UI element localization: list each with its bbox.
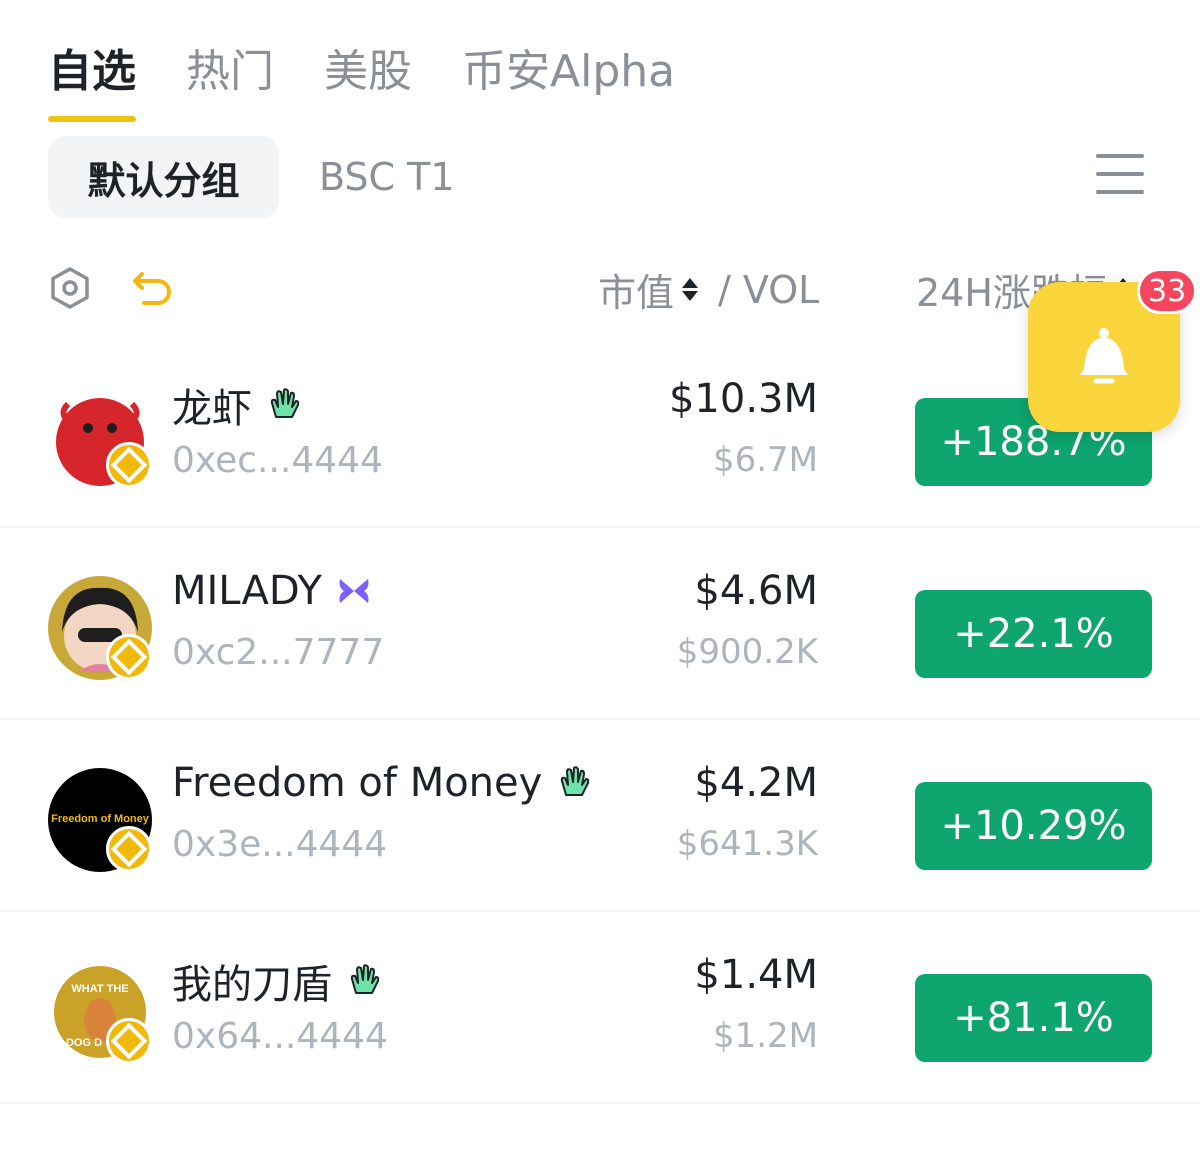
bnb-chain-icon bbox=[106, 442, 152, 488]
svg-text:DOG D: DOG D bbox=[66, 1037, 102, 1049]
token-name: Freedom of Money bbox=[172, 760, 592, 806]
list-item[interactable]: MILADY 0xc2...7777 $4.6M $900.2K +22.1% bbox=[0, 528, 1200, 720]
watchlist-groups: 默认分组 BSC T1 bbox=[48, 136, 1152, 218]
change-badge[interactable]: +22.1% bbox=[915, 590, 1152, 678]
token-address: 0xec...4444 bbox=[172, 440, 383, 481]
market-cap: $1.4M bbox=[694, 952, 818, 998]
green-hand-icon bbox=[561, 766, 590, 796]
tab-binance-alpha-label: 币安Alpha bbox=[462, 46, 676, 97]
svg-text:Freedom of Money: Freedom of Money bbox=[51, 813, 150, 825]
market-cap: $4.2M bbox=[694, 760, 818, 806]
svg-text:WHAT THE: WHAT THE bbox=[71, 983, 128, 995]
green-hand-icon bbox=[270, 388, 300, 418]
list-item[interactable]: WHAT THE DOG D 我的刀盾 0x64...4444 $1.4M $1… bbox=[0, 912, 1200, 1104]
list-item[interactable]: 龙虾 0xec...4444 $10.3M $6.7M +188.7% bbox=[0, 336, 1200, 528]
change-badge[interactable]: +10.29% bbox=[915, 782, 1152, 870]
menu-icon[interactable] bbox=[1096, 154, 1144, 194]
group-bsc-t1[interactable]: BSC T1 bbox=[319, 155, 455, 199]
token-name-text: 龙虾 bbox=[172, 386, 252, 432]
notification-count-badge: 33 bbox=[1137, 268, 1198, 314]
volume: $6.7M bbox=[712, 440, 818, 480]
token-name: MILADY bbox=[172, 568, 372, 614]
group-default[interactable]: 默认分组 bbox=[48, 136, 279, 218]
vol-header-label: / VOL bbox=[718, 267, 820, 312]
token-address: 0xc2...7777 bbox=[172, 632, 385, 673]
change-badge[interactable]: +81.1% bbox=[915, 974, 1152, 1062]
tab-watchlist-label: 自选 bbox=[48, 46, 136, 97]
tab-us-stocks-label: 美股 bbox=[324, 46, 412, 97]
mcap-header-label: 市值 bbox=[598, 271, 675, 315]
token-name-text: 我的刀盾 bbox=[172, 962, 332, 1008]
tab-us-stocks[interactable]: 美股 bbox=[324, 40, 412, 130]
tab-hot-label: 热门 bbox=[186, 46, 274, 97]
tab-hot[interactable]: 热门 bbox=[186, 40, 274, 130]
tab-watchlist[interactable]: 自选 bbox=[48, 40, 136, 130]
purple-butterfly-icon bbox=[339, 579, 369, 603]
token-name-text: Freedom of Money bbox=[172, 760, 543, 806]
sort-arrows-icon bbox=[682, 278, 699, 301]
active-tab-underline bbox=[48, 116, 136, 122]
green-hand-icon bbox=[350, 964, 380, 994]
token-address: 0x64...4444 bbox=[172, 1016, 388, 1057]
bnb-chain-icon bbox=[106, 634, 152, 680]
volume: $900.2K bbox=[676, 632, 818, 672]
token-name: 我的刀盾 bbox=[172, 952, 382, 1010]
token-address: 0x3e...4444 bbox=[172, 824, 388, 865]
volume: $641.3K bbox=[676, 824, 818, 864]
tab-binance-alpha[interactable]: 币安Alpha bbox=[462, 40, 675, 130]
volume: $1.2M bbox=[712, 1016, 818, 1056]
bnb-chain-icon bbox=[106, 1018, 152, 1064]
group-default-label: 默认分组 bbox=[87, 158, 240, 203]
market-cap: $4.6M bbox=[694, 568, 818, 614]
market-cap: $10.3M bbox=[668, 376, 818, 422]
market-tabs: 自选 热门 美股 币安Alpha bbox=[48, 40, 725, 130]
token-name-text: MILADY bbox=[172, 568, 322, 614]
settings-hex-icon[interactable] bbox=[48, 266, 92, 310]
bnb-chain-icon bbox=[106, 826, 152, 872]
bell-icon bbox=[1080, 328, 1128, 384]
undo-icon[interactable] bbox=[132, 266, 174, 308]
list-item[interactable]: Freedom of Money Freedom of Money 0x3e..… bbox=[0, 720, 1200, 912]
mcap-sort-header[interactable]: 市值 / VOL bbox=[598, 262, 819, 317]
token-name: 龙虾 bbox=[172, 376, 302, 434]
